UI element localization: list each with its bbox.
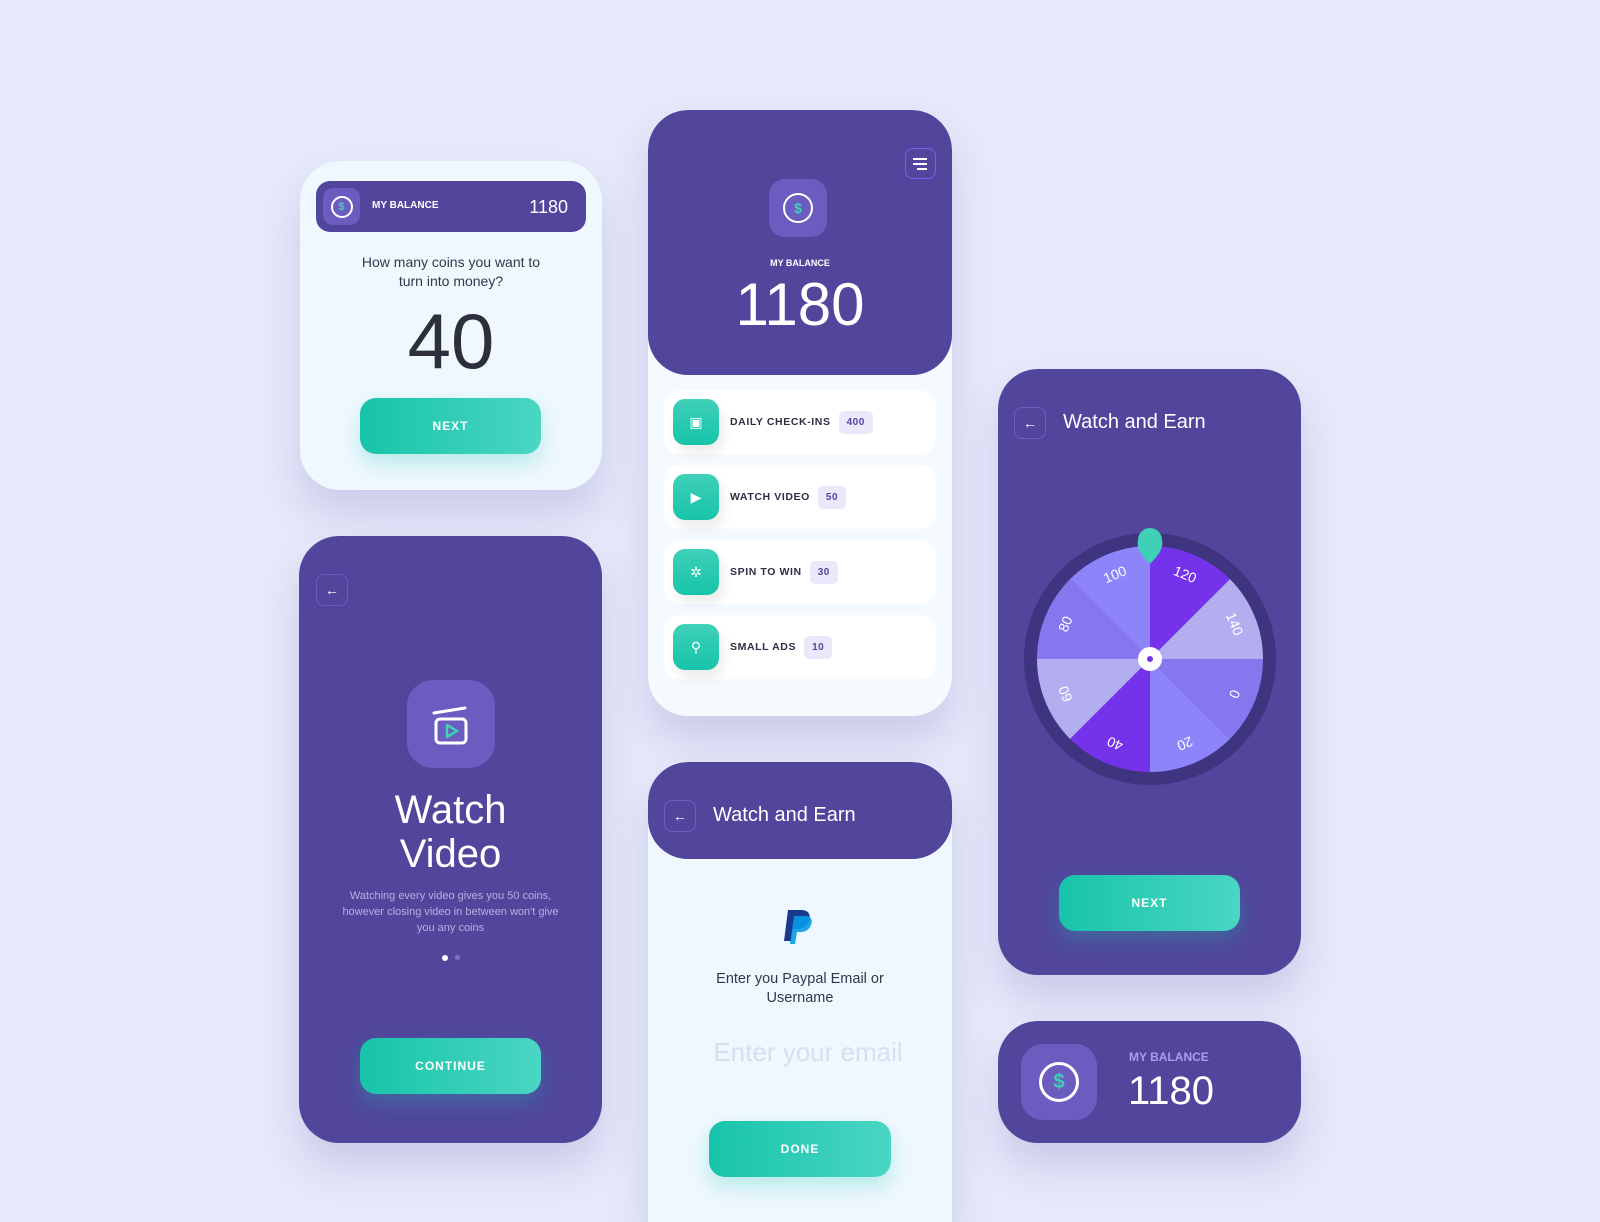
header-title: Watch and Earn — [1063, 411, 1206, 433]
spin-wheel[interactable]: 120140020406080100 — [998, 509, 1301, 809]
page-dot-active[interactable] — [442, 955, 448, 961]
reward-badge: 50 — [817, 485, 847, 509]
video-icon: ▶ — [673, 474, 719, 520]
list-item-spin-to-win[interactable]: ✲ SPIN TO WIN 30 — [664, 540, 936, 604]
page-dot[interactable] — [455, 955, 460, 960]
header: ← Watch and Earn — [648, 762, 952, 859]
done-button[interactable]: DONE — [709, 1121, 891, 1177]
balance-value: 1180 — [735, 271, 865, 338]
coin-icon: $ — [330, 195, 353, 218]
email-input[interactable] — [678, 1037, 938, 1068]
balance-label: MY BALANCE — [372, 200, 439, 211]
menu-button[interactable] — [905, 148, 936, 179]
wheel-hub-dot — [1147, 656, 1153, 662]
watch-video-card: ← Watch Video Watching every video gives… — [299, 536, 602, 1143]
video-description: Watching every video gives you 50 coins,… — [342, 890, 559, 934]
balance-label: MY BALANCE — [1129, 1050, 1209, 1064]
menu-icon — [913, 157, 927, 160]
list-item-daily-check-ins[interactable]: ▣ DAILY CHECK-INS 400 — [664, 390, 936, 454]
back-button[interactable]: ← — [664, 800, 696, 832]
next-button[interactable]: NEXT — [1059, 875, 1240, 931]
arrow-left-icon: ← — [1023, 415, 1037, 431]
paypal-prompt: Enter you Paypal Email or Username — [716, 971, 884, 1006]
arrow-left-icon: ← — [673, 808, 687, 824]
coin-icon: $ — [783, 193, 813, 223]
back-button[interactable]: ← — [316, 574, 348, 606]
spin-icon: ✲ — [673, 549, 719, 595]
reward-badge: 10 — [804, 635, 833, 659]
paypal-card: ← Watch and Earn Enter you Paypal Email … — [648, 762, 952, 1222]
conversion-question: How many coins you want to turn into mon… — [361, 254, 541, 289]
header-title: Watch and Earn — [713, 804, 856, 826]
balance-card: $ MY BALANCE 1180 — [998, 1021, 1301, 1143]
next-button[interactable]: NEXT — [360, 398, 541, 454]
video-title: Watch Video — [394, 788, 507, 876]
balance-value: 1180 — [529, 197, 568, 217]
page-indicator — [442, 955, 460, 961]
convert-coins-card: $ MY BALANCE 1180 How many coins you wan… — [300, 161, 602, 490]
reward-badge: 400 — [838, 410, 873, 434]
calendar-check-icon: ▣ — [673, 399, 719, 445]
video-icon — [407, 680, 495, 768]
balance-value: 1180 — [1128, 1069, 1215, 1113]
reward-badge: 30 — [809, 560, 838, 584]
spin-wheel-card: ← Watch and Earn 120 140 0 20 40 60 80 100 NEXT — [998, 369, 1301, 975]
coin-icon: $ — [1039, 1062, 1079, 1102]
arrow-left-icon: ← — [325, 582, 339, 598]
paypal-logo-icon — [782, 908, 816, 951]
balance-header: $ MY BALANCE 1180 — [648, 110, 952, 375]
balance-bar: $ MY BALANCE 1180 — [316, 181, 586, 232]
balance-label: MY BALANCE — [770, 258, 830, 268]
home-card: $ MY BALANCE 1180 ▣ DAILY CHECK-INS 400 ▶ W… — [648, 110, 952, 716]
continue-button[interactable]: CONTINUE — [360, 1038, 541, 1094]
ads-icon: ⚲ — [673, 624, 719, 670]
coin-amount[interactable]: 40 — [300, 296, 602, 387]
list-item-small-ads[interactable]: ⚲ SMALL ADS 10 — [664, 615, 936, 679]
back-button[interactable]: ← — [1014, 407, 1046, 439]
list-item-watch-video[interactable]: ▶ WATCH VIDEO 50 — [664, 465, 936, 529]
